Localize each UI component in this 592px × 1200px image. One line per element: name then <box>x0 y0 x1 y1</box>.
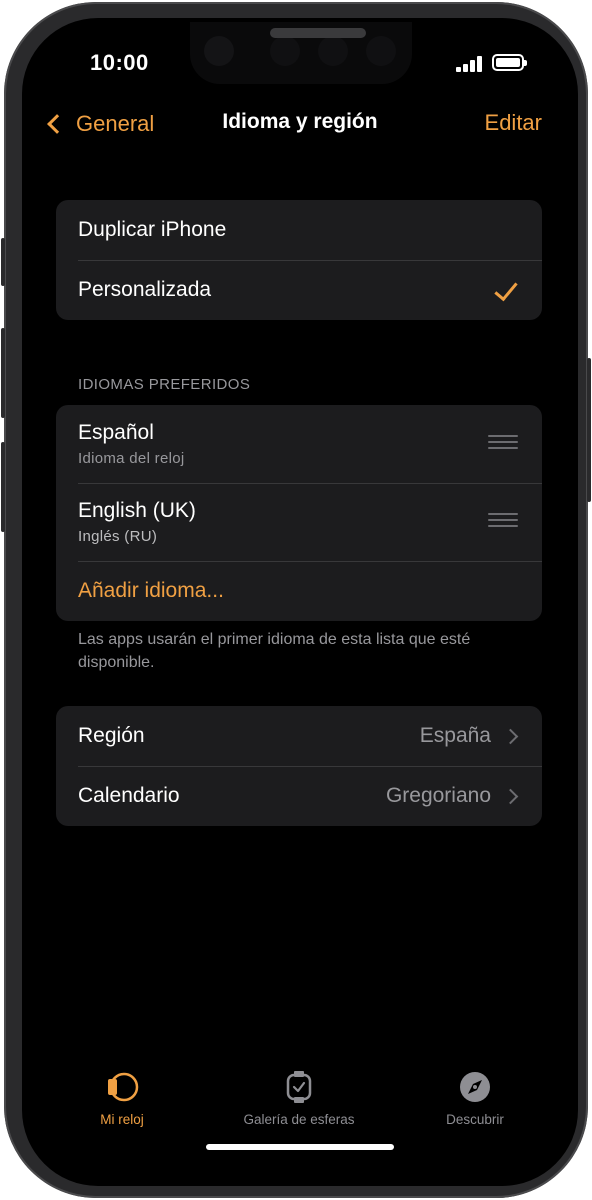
section-footer-note: Las apps usarán el primer idioma de esta… <box>78 631 471 671</box>
row-label: Calendario <box>78 784 180 807</box>
home-indicator[interactable] <box>206 1144 394 1150</box>
edit-button[interactable]: Editar <box>485 110 542 136</box>
tab-label: Mi reloj <box>100 1112 144 1127</box>
language-subtitle: Inglés (RU) <box>78 528 158 545</box>
language-mode-group: Duplicar iPhone Personalizada <box>56 200 542 320</box>
language-row-spanish[interactable]: Español Idioma del reloj <box>56 405 542 483</box>
camera-lens <box>204 36 234 66</box>
row-value: Gregoriano <box>385 784 491 807</box>
screen: 10:00 General Idioma y región Editar Dup… <box>22 18 578 1186</box>
preferred-languages-group: Español Idioma del reloj English (UK) In… <box>56 405 542 621</box>
chevron-right-icon <box>502 728 519 744</box>
section-header-preferred-languages: IDIOMAS PREFERIDOS <box>78 376 251 393</box>
region-row[interactable]: Región España <box>56 706 542 766</box>
watch-face-icon <box>286 1071 312 1103</box>
option-label: Duplicar iPhone <box>78 218 227 241</box>
option-duplicate-iphone[interactable]: Duplicar iPhone <box>56 200 542 260</box>
reorder-handle-icon[interactable] <box>488 435 518 449</box>
language-name: Español <box>78 421 154 444</box>
calendar-row[interactable]: Calendario Gregoriano <box>56 766 542 826</box>
row-separator <box>78 483 542 484</box>
language-name: English (UK) <box>78 499 196 522</box>
reorder-handle-icon[interactable] <box>488 513 518 527</box>
phone-frame: 10:00 General Idioma y región Editar Dup… <box>1 2 591 1198</box>
action-button <box>1 238 5 286</box>
tab-label: Galería de esferas <box>243 1112 355 1127</box>
language-subtitle: Idioma del reloj <box>78 450 185 467</box>
row-separator <box>78 766 542 767</box>
sensor <box>366 36 396 66</box>
option-label: Personalizada <box>78 278 212 301</box>
tab-face-gallery[interactable]: Galería de esferas <box>224 1070 374 1127</box>
sensor <box>318 36 348 66</box>
add-language-label: Añadir idioma... <box>78 579 224 602</box>
checkmark-icon <box>494 276 518 302</box>
battery-icon <box>492 54 527 71</box>
row-separator <box>78 260 542 261</box>
region-settings-group: Región España Calendario Gregoriano <box>56 706 542 826</box>
compass-icon <box>460 1072 490 1102</box>
tab-discover[interactable]: Descubrir <box>430 1070 520 1127</box>
earpiece-speaker <box>270 28 366 38</box>
sensor <box>270 36 300 66</box>
status-time: 10:00 <box>90 50 149 75</box>
chevron-right-icon <box>502 788 519 804</box>
tab-label: Descubrir <box>446 1112 504 1127</box>
volume-down-button <box>1 442 5 532</box>
tab-my-watch[interactable]: Mi reloj <box>78 1070 166 1127</box>
side-button <box>587 358 591 502</box>
row-value: España <box>419 724 491 747</box>
cellular-signal-icon <box>456 56 484 72</box>
option-custom[interactable]: Personalizada <box>56 260 542 320</box>
row-label: Región <box>78 724 145 747</box>
row-separator <box>78 561 542 562</box>
language-row-english[interactable]: English (UK) Inglés (RU) <box>56 483 542 561</box>
volume-up-button <box>1 328 5 418</box>
add-language-button[interactable]: Añadir idioma... <box>56 561 542 621</box>
watch-icon <box>108 1072 139 1102</box>
